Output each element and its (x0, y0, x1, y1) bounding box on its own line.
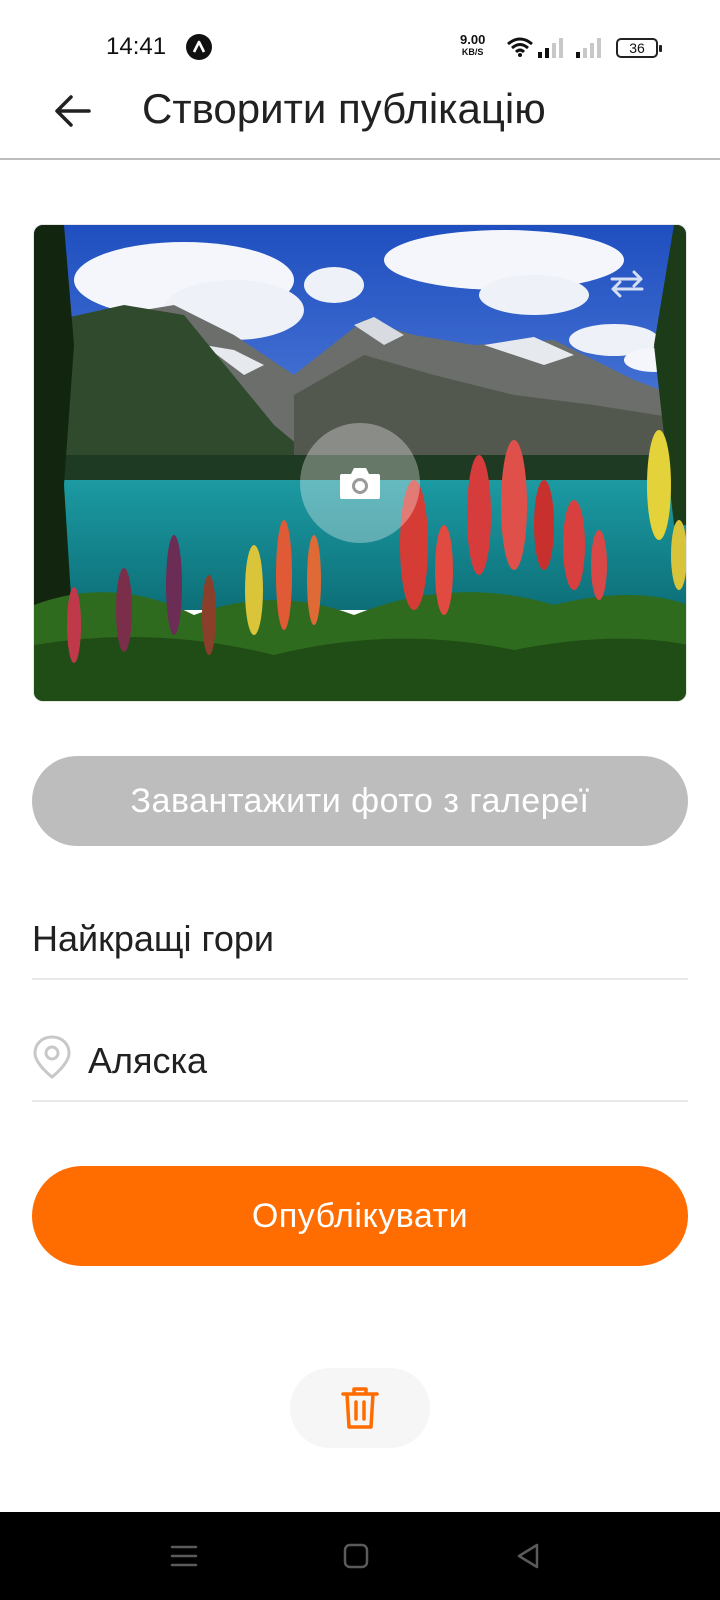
switch-camera-button[interactable] (606, 263, 648, 305)
back-button[interactable] (48, 86, 98, 136)
app-header: Створити публікацію (0, 80, 720, 160)
location-pin-icon (32, 1034, 72, 1085)
location-input-value: Аляска (88, 1040, 208, 1081)
battery-icon: 36 (616, 38, 662, 58)
title-input-value: Найкращі гори (32, 918, 275, 959)
network-speed: 9.00 KB/S (460, 32, 486, 58)
location-input[interactable]: Аляска (32, 1020, 688, 1102)
photo-preview (33, 224, 687, 702)
signal-icon-sim1 (538, 38, 564, 63)
nav-menu-button[interactable] (164, 1538, 204, 1574)
repeat-arrows-icon (610, 270, 644, 298)
status-bar: 14:41 9.00 KB/S 36 (0, 0, 720, 80)
trash-icon (341, 1387, 379, 1429)
signal-icon-sim2 (576, 38, 602, 63)
page-title: Створити публікацію (142, 85, 546, 132)
take-photo-button[interactable] (300, 423, 420, 543)
network-speed-unit: KB/S (461, 47, 484, 57)
upload-from-gallery-button[interactable]: Завантажити фото з галереї (32, 756, 688, 846)
home-square-icon (343, 1543, 369, 1569)
nav-home-button[interactable] (336, 1538, 376, 1574)
title-input[interactable]: Найкращі гори (32, 900, 688, 980)
delete-button[interactable] (290, 1368, 430, 1448)
nav-back-button[interactable] (508, 1538, 548, 1574)
publish-button[interactable]: Опублікувати (32, 1166, 688, 1266)
notification-app-icon (186, 34, 212, 60)
system-nav-bar (0, 1512, 720, 1600)
status-time: 14:41 (106, 33, 167, 60)
camera-icon (340, 468, 380, 499)
menu-icon (170, 1545, 198, 1567)
arrow-left-icon (55, 95, 91, 127)
wifi-icon (506, 36, 534, 63)
back-triangle-icon (517, 1543, 539, 1569)
network-speed-value: 9.00 (460, 32, 486, 47)
